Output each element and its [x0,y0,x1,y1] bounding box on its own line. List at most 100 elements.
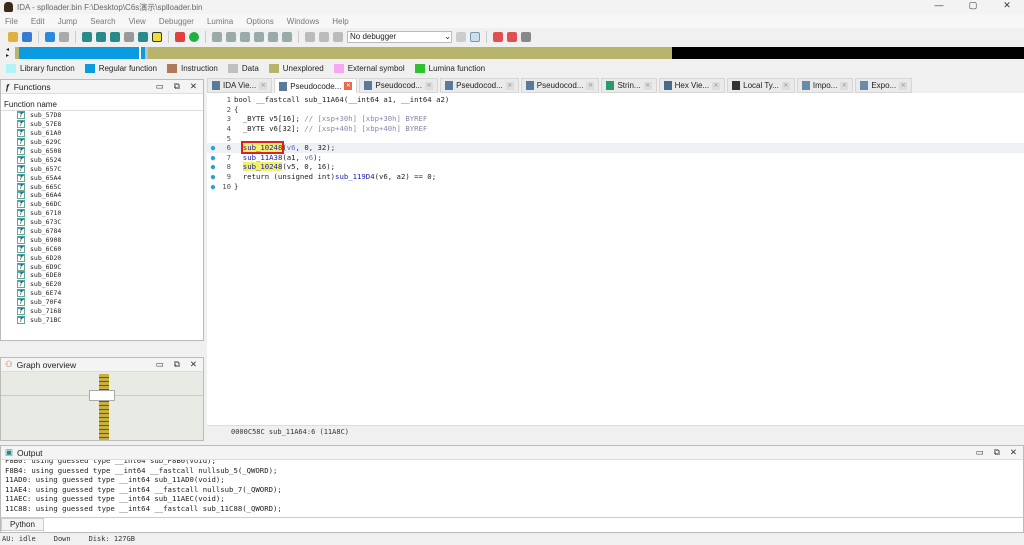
function-list-item[interactable]: f sub_6E74 [1,289,203,298]
float-icon[interactable]: ⧉ [174,81,180,92]
function-list-item[interactable]: f sub_6508 [1,147,203,156]
function-list-item[interactable]: f sub_673C [1,218,203,227]
function-list-item[interactable]: f sub_6908 [1,235,203,244]
debugger-select[interactable]: No debugger ⌄ [347,30,452,43]
function-list-item[interactable]: f sub_657C [1,164,203,173]
tab-close-icon[interactable]: ✕ [643,81,652,90]
tab-expo-9[interactable]: Expo... ✕ [855,78,913,93]
menu-file[interactable]: File [5,17,18,26]
function-list-item[interactable]: f sub_6D20 [1,253,203,262]
data-icon[interactable] [110,31,120,42]
panel-menu-icon[interactable]: ▭ [156,359,164,370]
selected-function-sub_10248[interactable]: sub_10248 [240,141,285,155]
tab-pseudocod-4[interactable]: Pseudocod... ✕ [520,78,600,93]
function-list-item[interactable]: f sub_6524 [1,155,203,164]
close-button[interactable]: ✕ [990,0,1024,11]
close-icon[interactable]: ✕ [190,359,197,370]
segment-icon[interactable] [212,31,222,42]
function-list-item[interactable]: f sub_71BC [1,315,203,324]
tab-close-icon[interactable]: ✕ [505,81,514,90]
search-direction[interactable]: Down [54,535,71,543]
tab-strin-5[interactable]: Strin... ✕ [601,78,657,93]
function-list-item[interactable]: f sub_665C [1,182,203,191]
text-icon[interactable] [152,31,162,42]
function-call[interactable]: sub_11A38 [243,153,283,162]
function-list-item[interactable]: f sub_57D8 [1,111,203,120]
function-list-item[interactable]: f sub_7168 [1,307,203,316]
menu-windows[interactable]: Windows [287,17,319,26]
play-icon[interactable] [305,31,315,42]
function-list-item[interactable]: f sub_6D9C [1,262,203,271]
save-icon[interactable] [22,31,32,42]
tab-close-icon[interactable]: ✕ [586,81,595,90]
pseudocode-icon[interactable] [470,31,480,42]
pause-icon[interactable] [319,31,329,42]
xref-icon[interactable] [254,31,264,42]
tab-close-icon[interactable]: ✕ [840,81,849,90]
tab-pseudocode-1[interactable]: Pseudocode... ✕ [274,78,358,93]
tab-impo-8[interactable]: Impo... ✕ [796,78,854,93]
patch-icon[interactable] [268,31,278,42]
function-list-item[interactable]: f sub_629C [1,138,203,147]
command-input[interactable] [43,518,1023,531]
graph-overview-canvas[interactable] [1,372,203,440]
code-line[interactable]: bool __fastcall sub_11A64(__int64 a1, __… [234,95,449,104]
menu-debugger[interactable]: Debugger [159,17,194,26]
function-list-item[interactable]: f sub_66A4 [1,191,203,200]
function-list-item[interactable]: f sub_65A4 [1,173,203,182]
code-var[interactable]: v6 [287,143,296,152]
graph-icon[interactable] [175,31,185,42]
menu-help[interactable]: Help [332,17,348,26]
tab-close-icon[interactable]: ✕ [425,81,434,90]
function-list-item[interactable]: f sub_6DE0 [1,271,203,280]
bookmark-icon[interactable] [282,31,292,42]
float-icon[interactable]: ⧉ [994,447,1000,458]
struct-icon[interactable] [226,31,236,42]
function-list-item[interactable]: f sub_6784 [1,227,203,236]
menu-view[interactable]: View [129,17,146,26]
code-line[interactable]: _BYTE v6[32]; [234,124,304,133]
maximize-button[interactable]: ▢ [956,0,990,11]
run-script-icon[interactable] [189,31,199,42]
code-line[interactable]: _BYTE v5[16]; [234,114,304,123]
tab-hexvie-6[interactable]: Hex Vie... ✕ [658,78,726,93]
output-log[interactable]: F8B0: using guessed type __int64 sub_F8B… [1,460,1023,517]
float-icon[interactable]: ⧉ [174,359,180,370]
tab-idavie-0[interactable]: IDA Vie... ✕ [207,78,273,93]
close-icon[interactable]: ✕ [190,81,197,92]
menu-edit[interactable]: Edit [31,17,45,26]
tab-close-icon[interactable]: ✕ [344,82,353,90]
tab-close-icon[interactable]: ✕ [259,81,268,90]
function-list-item[interactable]: f sub_57E8 [1,120,203,129]
minimize-button[interactable]: — [922,0,956,11]
nav-scroll-arrows[interactable]: ◂ ▸ [6,47,9,59]
back-icon[interactable] [45,31,55,42]
function-list-item[interactable]: f sub_6E20 [1,280,203,289]
menu-lumina[interactable]: Lumina [207,17,233,26]
function-list-item[interactable]: f sub_61A0 [1,129,203,138]
panel-menu-icon[interactable]: ▭ [976,447,984,458]
tab-close-icon[interactable]: ✕ [712,81,721,90]
function-list-item[interactable]: f sub_6C60 [1,244,203,253]
column-header-function-name[interactable]: Function name [1,99,203,111]
code-line[interactable]: return (unsigned int) [234,172,335,181]
forward-icon[interactable] [59,31,69,42]
function-call[interactable]: sub_10248 [242,162,283,172]
breakpoint-icon[interactable] [507,31,517,42]
tab-pseudocod-3[interactable]: Pseudocod... ✕ [440,78,519,93]
decompile-icon[interactable] [456,31,466,42]
tab-close-icon[interactable]: ✕ [899,81,908,90]
code-var[interactable]: v6 [304,153,313,162]
jump-icon[interactable] [138,31,148,42]
code-icon[interactable] [96,31,106,42]
undefine-icon[interactable] [124,31,134,42]
list-icon[interactable] [493,31,503,42]
close-icon[interactable]: ✕ [1010,447,1017,458]
pseudocode-view[interactable]: 1 bool __fastcall sub_11A64(__int64 a1, _… [207,93,1024,426]
navigation-band[interactable] [15,47,1024,59]
menu-jump[interactable]: Jump [58,17,78,26]
stop-icon[interactable] [333,31,343,42]
function-list-item[interactable]: f sub_6710 [1,209,203,218]
menu-search[interactable]: Search [90,17,115,26]
tab-localty-7[interactable]: Local Ty... ✕ [727,78,795,93]
